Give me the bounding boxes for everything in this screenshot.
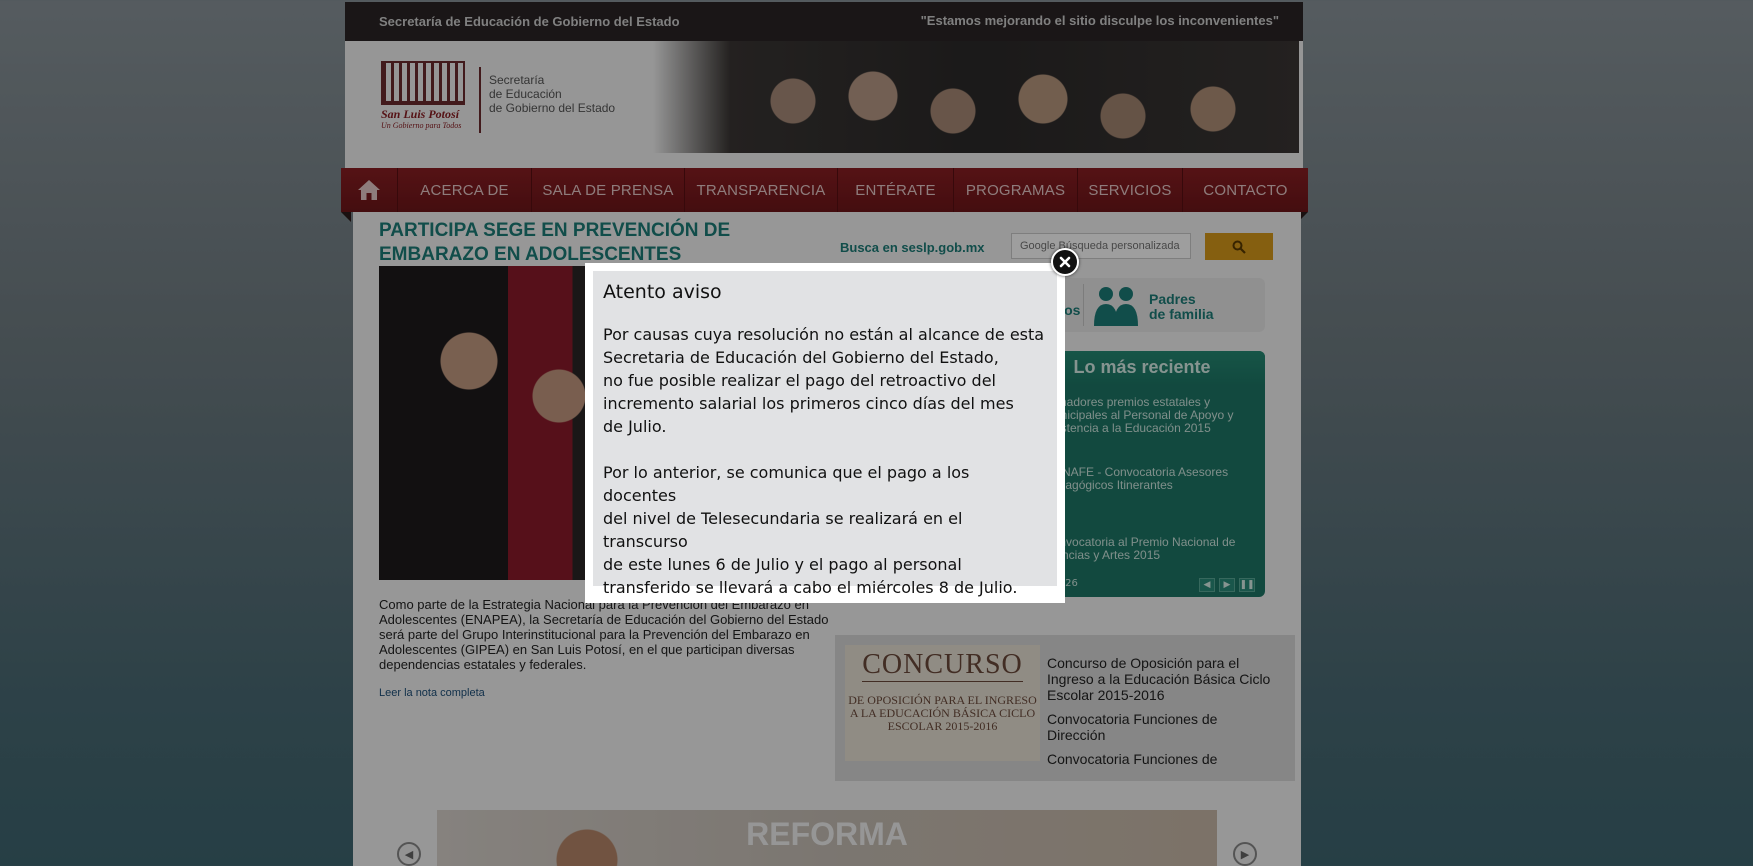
modal-title: Atento aviso	[603, 281, 722, 303]
notice-modal: Atento aviso Por causas cuya resolución …	[585, 263, 1065, 603]
close-icon	[1059, 256, 1071, 268]
modal-close-button[interactable]	[1051, 248, 1079, 276]
modal-paragraph: Por lo anterior, se comunica que el pago…	[603, 463, 1018, 597]
modal-paragraph: Por causas cuya resolución no están al a…	[603, 325, 1045, 436]
notice-modal-body: Atento aviso Por causas cuya resolución …	[593, 271, 1057, 597]
